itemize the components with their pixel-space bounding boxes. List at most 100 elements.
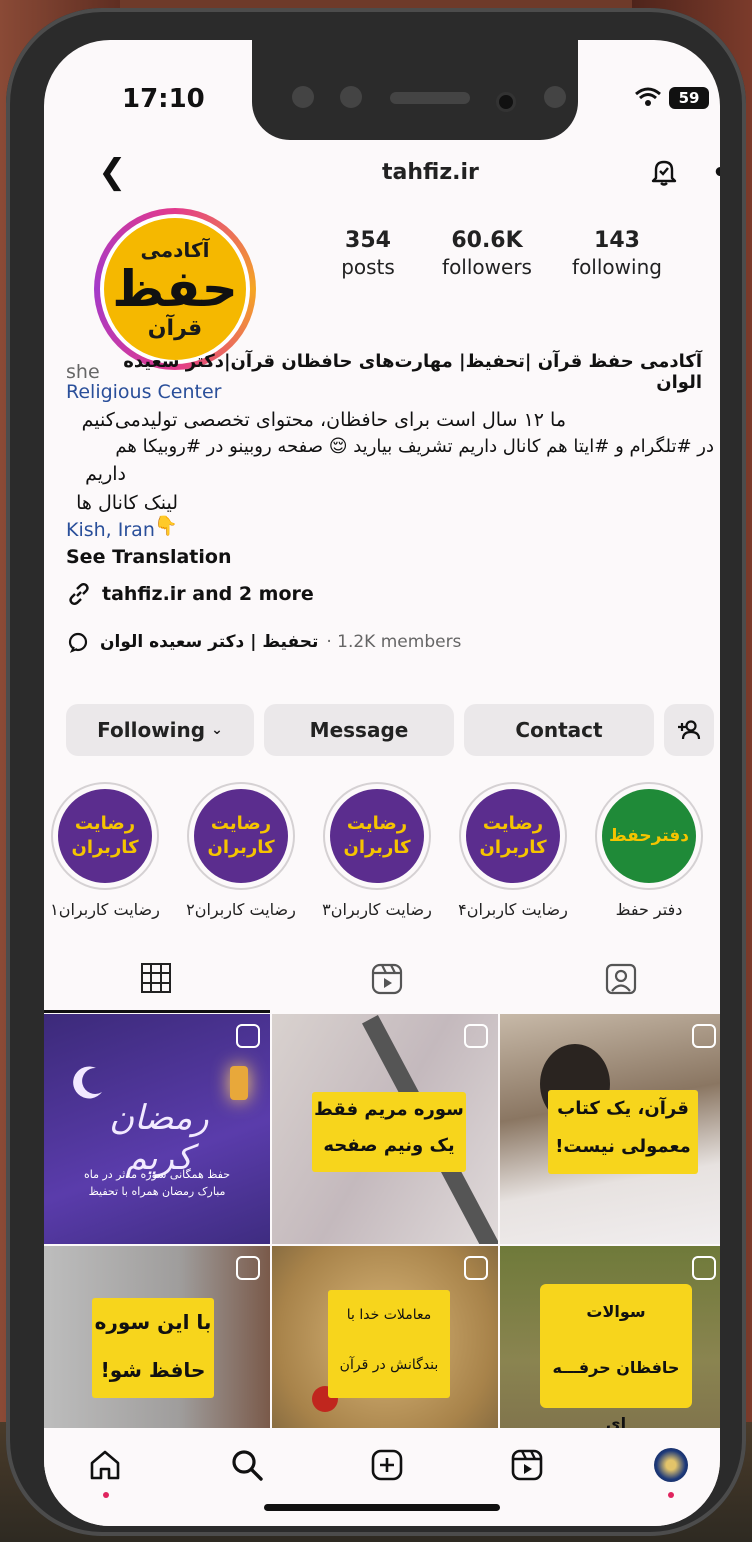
highlight-cover: رضایت کاربران [58, 789, 152, 883]
following-label: Following [97, 718, 206, 742]
status-icons: 59 [634, 84, 709, 109]
followers-stat[interactable]: 60.6K followers [432, 228, 542, 279]
avatar-text-2: حفظ [112, 259, 238, 318]
chevron-down-icon: ⌄ [211, 722, 223, 738]
post-caption: یک ونیم صفحه [323, 1135, 455, 1156]
post-caption: حفظ همگانی سوره مدثر در ماه مبارک رمضان … [83, 1168, 231, 1198]
profile-avatar-icon[interactable] [654, 1448, 688, 1482]
avatar-logo: آکادمی حفظ قرآن [100, 214, 250, 364]
followers-count: 60.6K [451, 228, 523, 253]
highlight-item[interactable]: دفترحفظ دفتر حفظ [594, 782, 704, 919]
home-icon[interactable] [88, 1448, 122, 1482]
battery-indicator: 59 [669, 87, 709, 109]
profile-username: tahfiz.ir [382, 160, 479, 185]
home-notification-dot [103, 1492, 109, 1498]
post-tile[interactable]: رمضان کریم حفظ همگانی سوره مدثر در ماه م… [44, 1014, 270, 1244]
screen: 17:10 59 ❮ tahfiz.ir ••• آکادمی حفظ قرآن… [44, 40, 720, 1526]
create-icon[interactable] [370, 1448, 404, 1482]
profile-notification-dot [668, 1492, 674, 1498]
bio-line-1: ما ۱۲ سال است برای حافظان، محتوای تخصصی … [81, 409, 566, 431]
contact-label: Contact [515, 718, 603, 742]
profile-avatar[interactable]: آکادمی حفظ قرآن [94, 208, 256, 370]
pronoun: she [66, 361, 100, 383]
home-indicator [264, 1504, 500, 1511]
reels-icon[interactable] [370, 962, 404, 996]
add-person-button[interactable] [664, 704, 714, 756]
add-person-icon [678, 720, 701, 740]
reels-nav-icon[interactable] [510, 1448, 544, 1482]
reel-icon [236, 1256, 260, 1280]
message-label: Message [309, 718, 409, 742]
see-translation[interactable]: See Translation [66, 546, 716, 568]
links-text: tahfiz.ir and 2 more [102, 583, 314, 605]
search-icon[interactable] [230, 1448, 264, 1482]
following-stat[interactable]: 143 following [564, 228, 670, 279]
bio-line-2: در #تلگرام و #ایتا هم کانال داریم تشریف … [115, 436, 714, 457]
posts-stat[interactable]: 354 posts [320, 228, 416, 279]
highlight-item[interactable]: رضایت کاربران رضایت کاربران۱ [50, 782, 160, 919]
notch-dot [544, 86, 566, 108]
highlight-item[interactable]: رضایت کاربران رضایت کاربران۴ [458, 782, 568, 919]
post-caption-box: سوالات حافظان حرفـــه ای [540, 1284, 692, 1433]
highlight-cover-text: کاربران [207, 837, 275, 858]
link-icon [69, 583, 89, 605]
post-caption: سوالات [586, 1302, 646, 1321]
post-caption-box: سوره مریم فقط یک ونیم صفحه [312, 1092, 466, 1172]
post-caption-box: معاملات خدا با بندگانش در قرآن [328, 1290, 450, 1398]
highlight-circle: دفترحفظ [595, 782, 703, 890]
channel-row[interactable]: تحفیظ | دکتر سعیده الوان · 1.2K members [66, 630, 716, 654]
highlight-circle: رضایت کاربران [459, 782, 567, 890]
highlight-circle: رضایت کاربران [187, 782, 295, 890]
highlight-cover-text: رضایت [74, 813, 136, 834]
highlight-label: رضایت کاربران۴ [458, 900, 568, 919]
post-caption-box: با این سوره حافظ شو! [92, 1298, 214, 1398]
phone-frame: 17:10 59 ❮ tahfiz.ir ••• آکادمی حفظ قرآن… [6, 8, 746, 1536]
reel-icon [692, 1024, 716, 1048]
reel-icon [692, 1256, 716, 1280]
highlight-label: رضایت کاربران۱ [50, 900, 160, 919]
highlight-cover-text: دفترحفظ [608, 826, 690, 846]
back-icon[interactable]: ❮ [98, 152, 127, 192]
highlight-cover-text: رضایت [346, 813, 408, 834]
highlight-item[interactable]: رضایت کاربران رضایت کاربران۲ [186, 782, 296, 919]
post-caption: معمولی نیست! [555, 1136, 691, 1157]
lantern-graphic [230, 1066, 248, 1100]
post-caption: بندگانش در قرآن [339, 1357, 439, 1373]
tagged-icon[interactable] [604, 962, 638, 996]
notch-camera [496, 92, 516, 112]
post-caption: با این سوره [94, 1310, 212, 1334]
post-caption: معاملات خدا با [346, 1307, 432, 1323]
notch-speaker [390, 92, 470, 104]
highlight-label: رضایت کاربران۲ [186, 900, 296, 919]
highlight-cover-text: کاربران [71, 837, 139, 858]
following-button[interactable]: Following ⌄ [66, 704, 254, 756]
bell-icon[interactable] [650, 158, 678, 186]
reel-icon [236, 1024, 260, 1048]
post-tile[interactable]: سوره مریم فقط یک ونیم صفحه [272, 1014, 498, 1244]
highlight-cover-text: رضایت [482, 813, 544, 834]
post-tile[interactable]: قرآن، یک کتاب معمولی نیست! [500, 1014, 720, 1244]
message-button[interactable]: Message [264, 704, 454, 756]
highlight-circle: رضایت کاربران [323, 782, 431, 890]
wifi-icon [635, 87, 661, 106]
grid-icon[interactable] [140, 962, 172, 994]
crescent-moon-icon [73, 1066, 102, 1099]
channel-name: تحفیظ | دکتر سعیده الوان [100, 632, 319, 652]
posts-label: posts [341, 255, 395, 279]
highlight-item[interactable]: رضایت کاربران رضایت کاربران۳ [322, 782, 432, 919]
more-icon[interactable]: ••• [712, 158, 720, 188]
channel-members: · 1.2K members [326, 632, 462, 652]
post-caption-box: قرآن، یک کتاب معمولی نیست! [548, 1090, 698, 1174]
highlight-cover-text: کاربران [479, 837, 547, 858]
location[interactable]: Kish, Iran [66, 519, 716, 541]
post-caption: سوره مریم فقط [314, 1099, 464, 1120]
contact-button[interactable]: Contact [464, 704, 654, 756]
posts-count: 354 [345, 228, 391, 253]
post-caption: حافظ شو! [100, 1358, 206, 1382]
following-count: 143 [594, 228, 640, 253]
reel-icon [464, 1024, 488, 1048]
links-row[interactable]: tahfiz.ir and 2 more [66, 581, 716, 607]
followers-label: followers [442, 255, 532, 279]
content-tab-bar [44, 954, 720, 1014]
following-label: following [572, 255, 662, 279]
